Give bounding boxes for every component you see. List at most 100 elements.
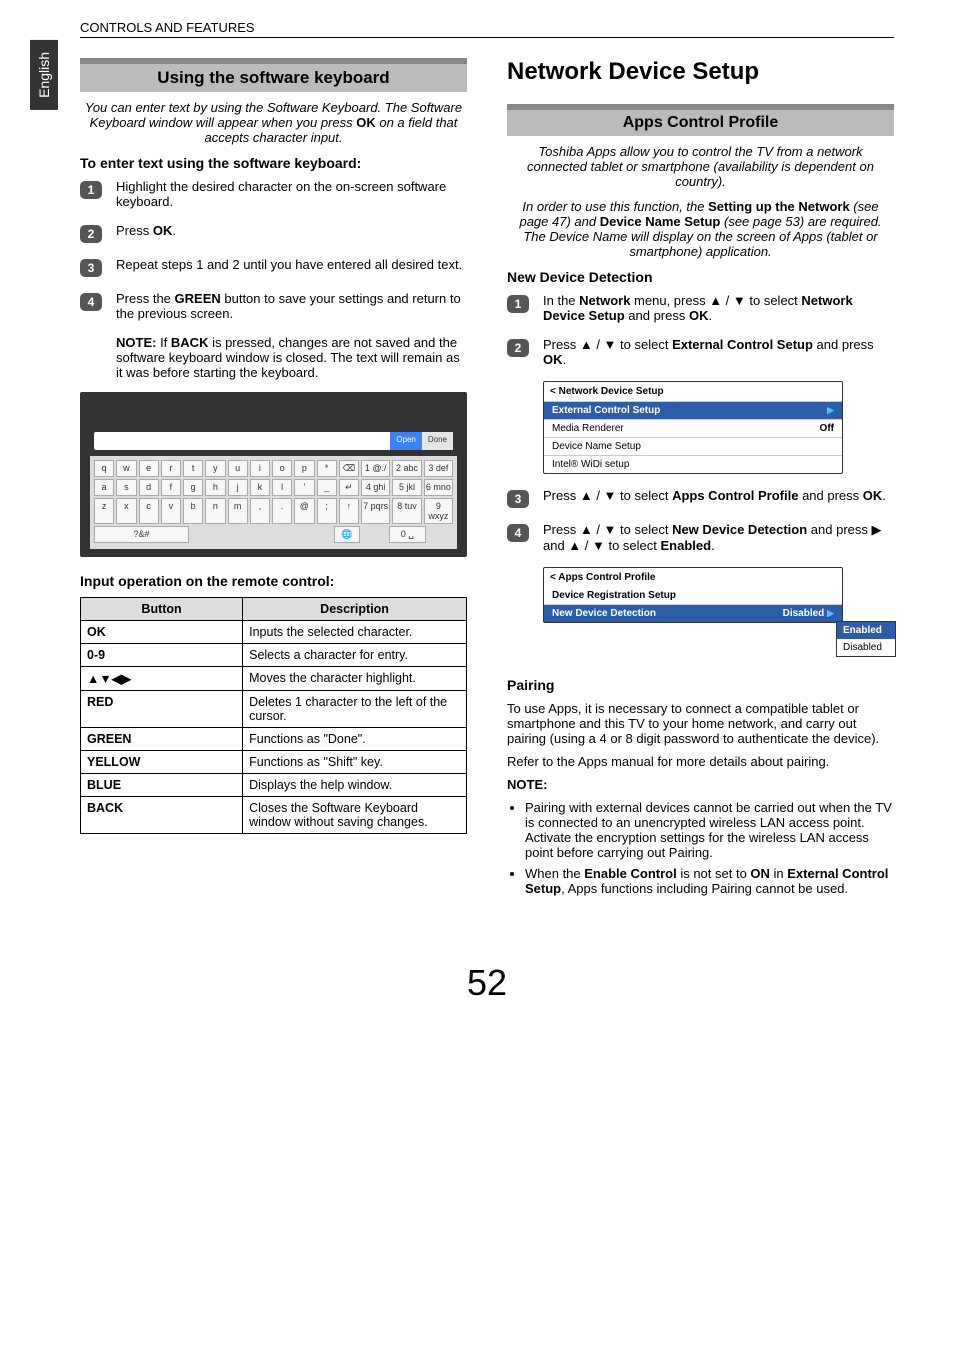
osk-key[interactable]: d [139, 479, 159, 496]
osk-key[interactable]: 7 pqrs [361, 498, 390, 524]
osk-key[interactable]: , [250, 498, 270, 524]
n3b: Apps Control Profile [672, 488, 798, 503]
panel1-row-dns[interactable]: Device Name Setup [544, 437, 842, 455]
right-req: In order to use this function, the Setti… [507, 199, 894, 259]
table-row: BACKCloses the Software Keyboard window … [81, 797, 467, 834]
ndd-steps-2: 3 Press ▲ / ▼ to select Apps Control Pro… [507, 488, 894, 553]
panel1-row-mr[interactable]: Media Renderer Off [544, 419, 842, 437]
osk-key[interactable]: b [183, 498, 203, 524]
osk-key[interactable]: ; [317, 498, 337, 524]
osk-row-1: qwertyuiop*⌫1 @./2 abc3 def [94, 460, 453, 477]
desc-cell: Deletes 1 character to the left of the c… [243, 691, 467, 728]
osk-symbol-key[interactable]: ?&# [94, 526, 189, 543]
osk-zero-key[interactable]: 0 ␣ [389, 526, 426, 543]
osk-key[interactable]: f [161, 479, 181, 496]
osk-key[interactable]: a [94, 479, 114, 496]
ndd-2-text: Press ▲ / ▼ to select External Control S… [543, 337, 894, 367]
osk-key[interactable]: h [205, 479, 225, 496]
table-row: REDDeletes 1 character to the left of th… [81, 691, 467, 728]
n3e: . [882, 488, 886, 503]
osk-key[interactable]: 3 def [424, 460, 453, 477]
panel1-row-widi[interactable]: Intel® WiDi setup [544, 455, 842, 473]
osk-key[interactable]: 8 tuv [392, 498, 421, 524]
osk-key[interactable]: 5 jkl [392, 479, 421, 496]
osk-key[interactable]: e [139, 460, 159, 477]
software-keyboard: Open Done qwertyuiop*⌫1 @./2 abc3 def as… [80, 392, 467, 557]
button-cell: YELLOW [81, 751, 243, 774]
panel1-row-ecs[interactable]: External Control Setup ▶ [544, 401, 842, 419]
p2r2: New Device Detection [552, 608, 656, 619]
osk-key[interactable]: n [205, 498, 225, 524]
panel1-title: < Network Device Setup [544, 382, 842, 401]
n1b: Network [579, 293, 630, 308]
nn2b: Enable Control [584, 866, 676, 881]
n2a: Press ▲ / ▼ to select [543, 337, 672, 352]
osk-key[interactable]: @ [294, 498, 314, 524]
s4a: Press the [116, 291, 175, 306]
osk-key[interactable]: * [317, 460, 337, 477]
panel2-title: < Apps Control Profile [544, 568, 842, 587]
network-device-setup-panel: < Network Device Setup External Control … [543, 381, 843, 474]
osk-key[interactable]: w [116, 460, 136, 477]
page-header: CONTROLS AND FEATURES [80, 20, 894, 38]
input-op-heading: Input operation on the remote control: [80, 573, 467, 589]
osk-key[interactable]: _ [317, 479, 337, 496]
note-2: When the Enable Control is not set to ON… [525, 866, 894, 896]
osk-key[interactable]: u [228, 460, 248, 477]
right-title: Network Device Setup [507, 58, 894, 86]
osk-key[interactable]: k [250, 479, 270, 496]
osk-globe-key[interactable]: 🌐 [334, 526, 359, 543]
osk-key[interactable]: r [161, 460, 181, 477]
osk-key[interactable]: t [183, 460, 203, 477]
osk-key[interactable]: y [205, 460, 225, 477]
osk-key[interactable]: l [272, 479, 292, 496]
dropdown-disabled[interactable]: Disabled [837, 639, 895, 656]
osk-key[interactable]: s [116, 479, 136, 496]
table-row: ▲▼◀▶Moves the character highlight. [81, 667, 467, 691]
osk-key[interactable]: p [294, 460, 314, 477]
n2c: and press [813, 337, 874, 352]
req-a: In order to use this function, the [522, 199, 708, 214]
enabled-dropdown[interactable]: Enabled Disabled [836, 621, 896, 657]
osk-key[interactable]: j [228, 479, 248, 496]
osk-open-button[interactable]: Open [390, 432, 422, 450]
osk-key[interactable]: ' [294, 479, 314, 496]
osk-key[interactable]: v [161, 498, 181, 524]
osk-key[interactable]: 9 wxyz [424, 498, 453, 524]
osk-key[interactable]: 2 abc [392, 460, 421, 477]
desc-cell: Closes the Software Keyboard window with… [243, 797, 467, 834]
osk-key[interactable]: . [272, 498, 292, 524]
osk-key[interactable]: q [94, 460, 114, 477]
osk-key[interactable]: ⌫ [339, 460, 359, 477]
osk-done-button[interactable]: Done [422, 432, 453, 450]
n1c: menu, press ▲ / ▼ to select [630, 293, 801, 308]
osk-key[interactable]: 1 @./ [361, 460, 390, 477]
osk-key[interactable]: 4 ghi [361, 479, 390, 496]
osk-key[interactable]: x [116, 498, 136, 524]
osk-text-field[interactable] [94, 432, 390, 450]
ndd-step-4: 4 Press ▲ / ▼ to select New Device Detec… [507, 522, 894, 553]
osk-key[interactable]: z [94, 498, 114, 524]
osk-key[interactable]: 6 mno [424, 479, 453, 496]
table-row: 0-9Selects a character for entry. [81, 644, 467, 667]
note-c: BACK [171, 335, 209, 350]
p1r3: Device Name Setup [552, 441, 641, 452]
panel2-row-drs[interactable]: Device Registration Setup [544, 587, 842, 604]
left-column: Using the software keyboard You can ente… [80, 58, 467, 902]
nn2c: is not set to [677, 866, 751, 881]
osk-key[interactable]: g [183, 479, 203, 496]
th-button: Button [81, 598, 243, 621]
osk-key[interactable]: o [272, 460, 292, 477]
osk-key[interactable]: ↑ [339, 498, 359, 524]
right-intro: Toshiba Apps allow you to control the TV… [507, 144, 894, 189]
dropdown-enabled[interactable]: Enabled [837, 622, 895, 639]
panel2-row-ndd[interactable]: New Device Detection Disabled ▶ [544, 604, 842, 622]
osk-key[interactable]: i [250, 460, 270, 477]
pairing-body-1: To use Apps, it is necessary to connect … [507, 701, 894, 746]
osk-key[interactable]: m [228, 498, 248, 524]
note-list: Pairing with external devices cannot be … [507, 800, 894, 896]
req-d: Device Name Setup [600, 214, 721, 229]
osk-key[interactable]: ↵ [339, 479, 359, 496]
osk-key[interactable]: c [139, 498, 159, 524]
osk-row-3: zxcvbnm,.@;↑7 pqrs8 tuv9 wxyz [94, 498, 453, 524]
